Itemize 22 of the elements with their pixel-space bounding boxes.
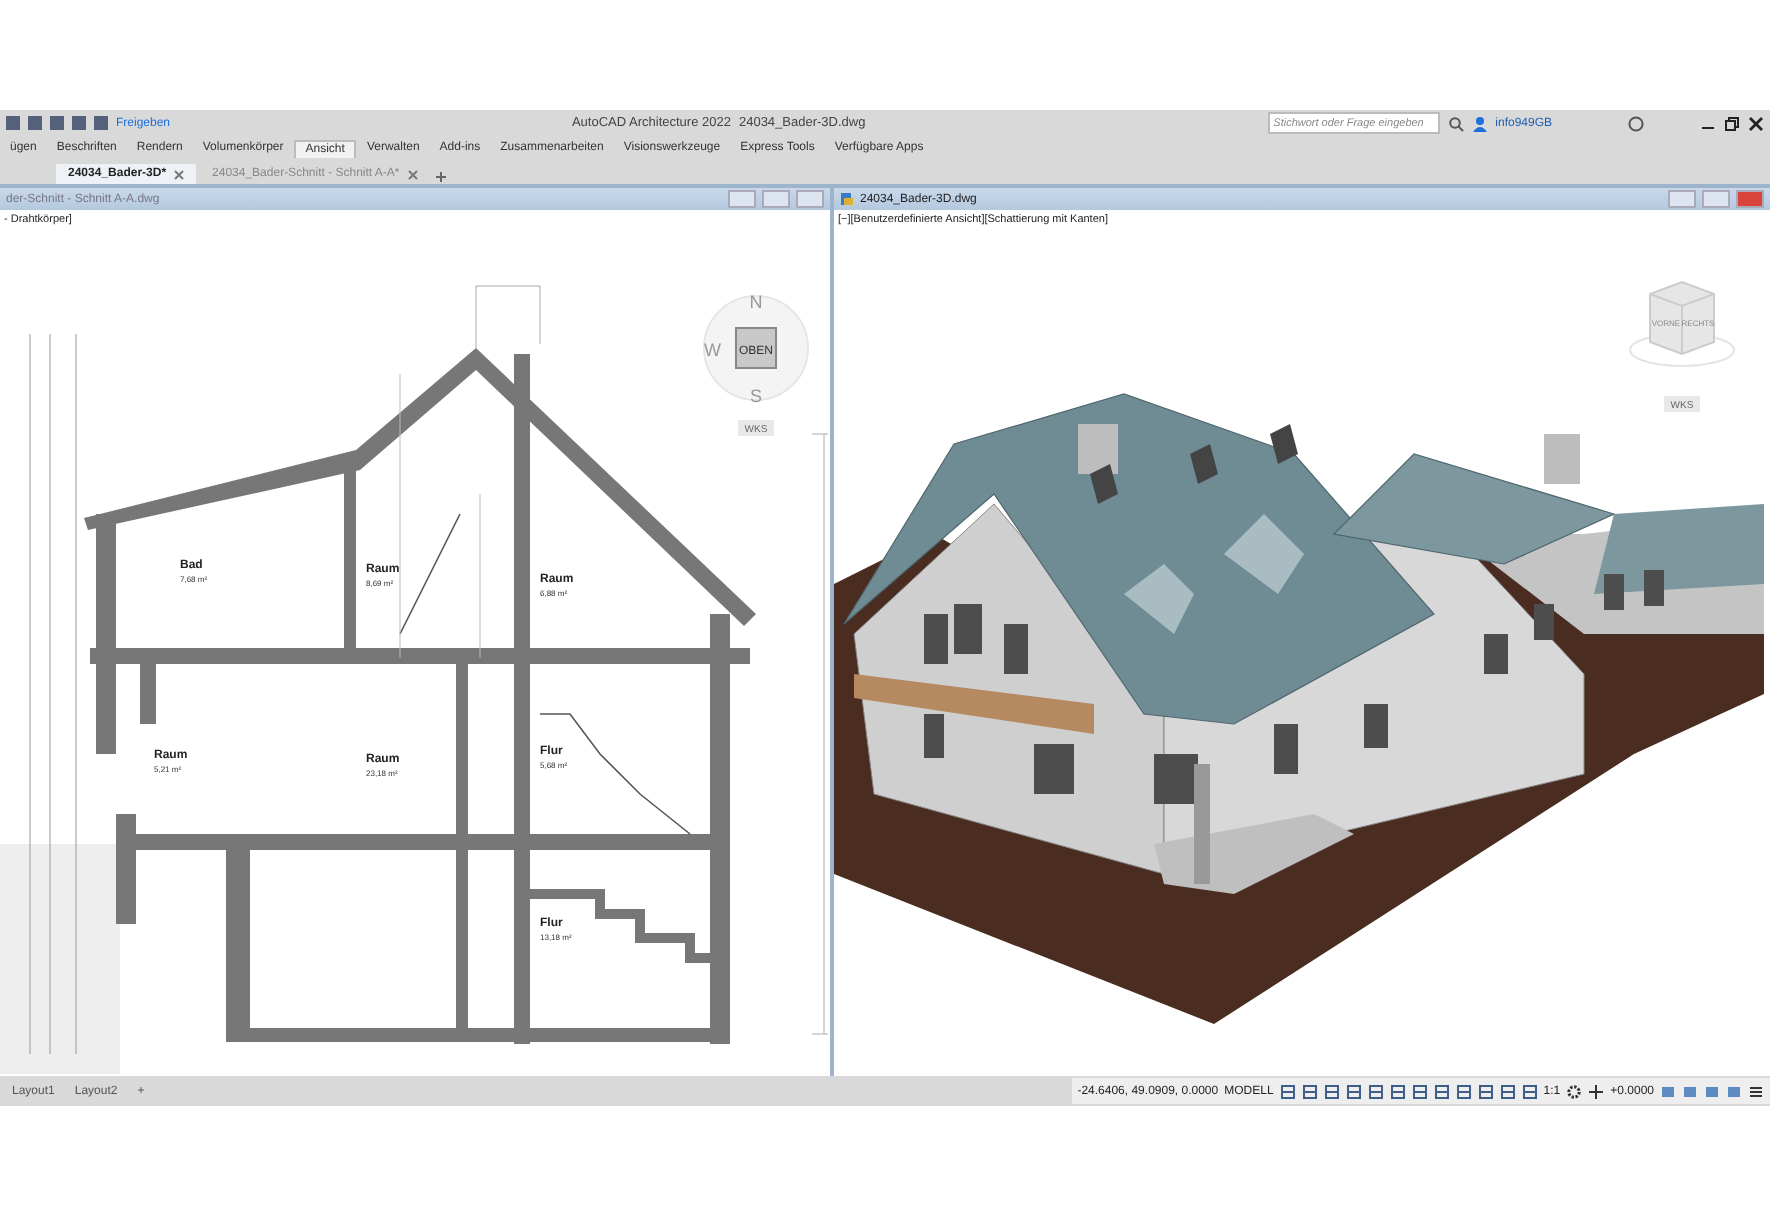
status-toggle-icon[interactable] xyxy=(1389,1083,1406,1099)
close-icon[interactable] xyxy=(1748,115,1765,131)
status-toggle-icon[interactable] xyxy=(1521,1083,1538,1099)
status-toggle-icon[interactable] xyxy=(1301,1083,1318,1099)
status-toggle-icon[interactable] xyxy=(1279,1083,1296,1099)
status-toggle-icon[interactable] xyxy=(1455,1083,1472,1099)
status-toggle-icon[interactable] xyxy=(1499,1083,1516,1099)
search-icon[interactable] xyxy=(1447,115,1464,131)
user-icon xyxy=(1471,115,1488,131)
status-toggle-icon[interactable] xyxy=(1433,1083,1450,1099)
status-toggle-icon[interactable] xyxy=(1411,1083,1428,1099)
plus-icon[interactable] xyxy=(1588,1083,1605,1099)
status-toggle-icon[interactable] xyxy=(1323,1083,1340,1099)
file-icon xyxy=(840,192,854,206)
status-toggle-icon[interactable] xyxy=(1477,1083,1494,1099)
status-toggle-icon[interactable] xyxy=(1345,1083,1362,1099)
help-icon[interactable] xyxy=(1628,115,1645,131)
gear-icon[interactable] xyxy=(1566,1083,1583,1099)
status-toggle-icon[interactable] xyxy=(1367,1083,1384,1099)
restore-icon[interactable] xyxy=(1724,115,1741,131)
menu-icon[interactable] xyxy=(1748,1083,1764,1099)
add-tab-icon[interactable] xyxy=(433,170,448,184)
